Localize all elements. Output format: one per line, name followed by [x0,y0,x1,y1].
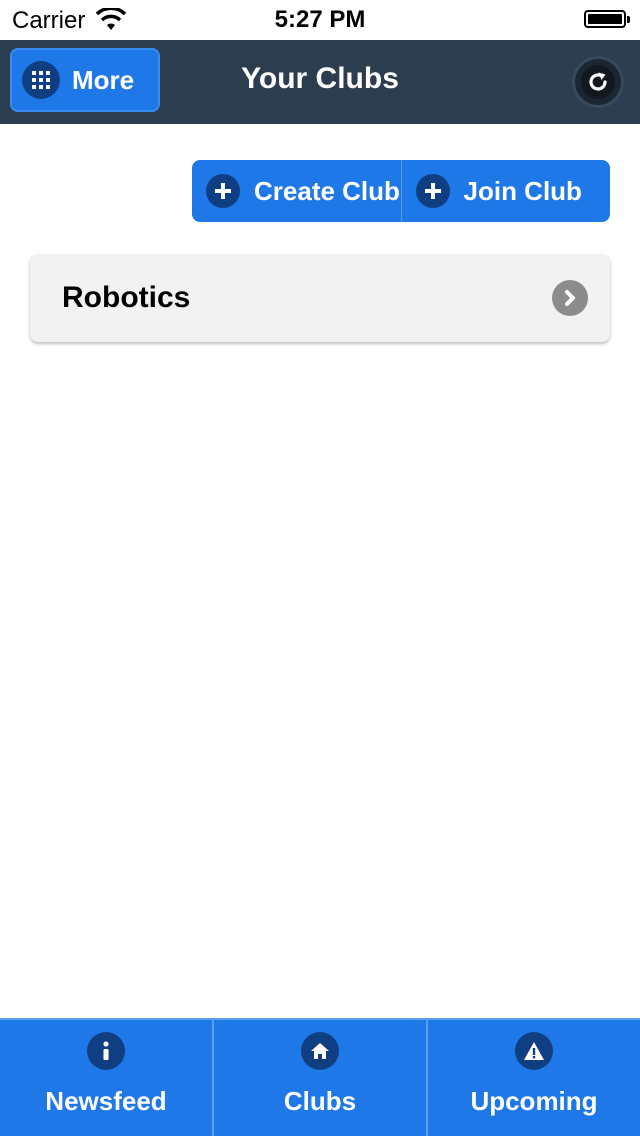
chevron-right-icon [552,280,588,316]
home-icon [301,1032,339,1070]
warning-icon [515,1032,553,1070]
refresh-button[interactable] [572,56,624,108]
tab-clubs[interactable]: Clubs [212,1020,426,1136]
status-time: 5:27 PM [274,6,366,33]
tab-bar: Newsfeed Clubs Upcoming [0,1018,640,1136]
page-title: Your Clubs [241,62,399,95]
tab-label: Clubs [283,1086,357,1116]
plus-icon [206,174,240,208]
tab-upcoming[interactable]: Upcoming [426,1020,640,1136]
create-club-button[interactable]: Create Club [192,160,401,222]
nav-header: More Your Clubs [0,40,640,124]
info-icon [87,1032,125,1070]
tab-label: Upcoming [470,1086,598,1116]
battery-icon [584,10,630,28]
refresh-icon [589,72,607,91]
plus-icon [415,174,450,208]
join-club-label: Join Club [463,175,582,206]
status-bar: Carrier 5:27 PM [0,0,640,40]
create-club-label: Create Club [254,175,400,206]
club-list-item[interactable]: Robotics [30,254,610,342]
tab-newsfeed[interactable]: Newsfeed [0,1020,212,1136]
join-club-button[interactable]: Join Club [400,160,611,222]
club-name: Robotics [62,281,191,314]
tab-label: Newsfeed [45,1086,167,1116]
club-actions: Create Club Join Club [192,160,610,222]
